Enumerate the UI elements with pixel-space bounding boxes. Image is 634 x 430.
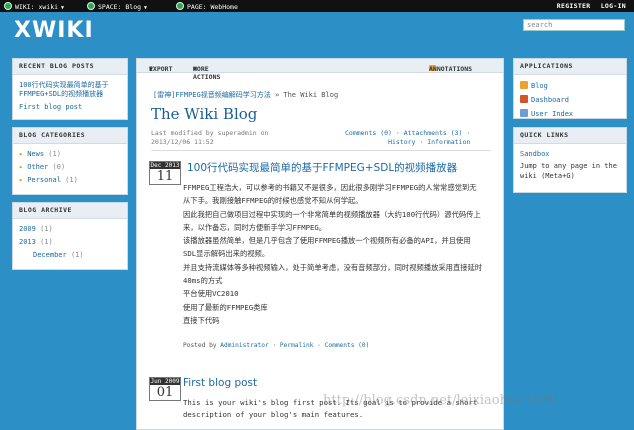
breadcrumb-link[interactable]: [雷神]FFMPEG视音频编解码学习方法 [153,91,271,99]
search-input[interactable]: search [523,19,625,31]
recent-posts-title: RECENT BLOG POSTS [13,59,127,75]
post-byline: Posted by Administrator · Permalink · Co… [183,342,370,349]
app-link-blog[interactable]: Blog [531,82,548,90]
page-title: The Wiki Blog [151,105,258,123]
divider [151,150,491,151]
dashboard-icon [520,95,528,103]
action-bar: EXPORT ▼ MORE ACTIONS ▼ ANNOTATIONS [137,59,503,81]
bullet-icon: ▸ [19,163,24,171]
post-body: FFMPEG工程浩大，可以参考的书籍又不是很多，因此很多刚学习FFMPEG的人常… [183,183,483,325]
author-link[interactable]: Administrator [220,342,268,349]
post-title-link[interactable]: 100行代码实现最简单的基于FFMPEG+SDL的视频播放器 [187,160,457,175]
app-link-user-index[interactable]: User Index [531,110,573,118]
category-link[interactable]: Other [27,163,48,171]
page-icon [176,2,184,10]
bullet-icon: ▸ [19,176,24,184]
chevron-down-icon: ▼ [193,65,197,73]
chevron-down-icon: ▼ [61,5,65,11]
permalink-link[interactable]: Permalink [280,342,314,349]
wiki-menu[interactable]: WIKI: xwiki ▼ [4,2,64,11]
post-date: Jun 2009 01 [149,377,181,401]
categories-title: BLOG CATEGORIES [13,128,127,144]
wiki-icon [4,2,12,10]
breadcrumb-current: The Wiki Blog [283,91,339,99]
quick-links-panel: QUICK LINKS Sandbox Jump to any page in … [513,127,627,193]
user-index-icon [520,109,528,117]
top-bar: WIKI: xwiki ▼ SPACE: Blog ▼ PAGE: WebHome … [0,0,634,12]
login-link[interactable]: LOG-IN [601,2,626,10]
page-meta: Last modified by superadmin on 2013/12/0… [151,129,269,146]
page-menu[interactable]: PAGE: WebHome [176,2,238,11]
attachments-link[interactable]: Attachments (3) [404,129,463,137]
breadcrumb: [雷神]FFMPEG视音频编解码学习方法 » The Wiki Blog [153,91,339,99]
bullet-icon: ▸ [19,150,24,158]
post-date: Dec 2013 11 [149,161,181,185]
quick-links-title: QUICK LINKS [514,128,626,144]
categories-panel: BLOG CATEGORIES ▸ News (1) ▸ Other (0) ▸ Pe… [12,127,128,195]
post-title-link[interactable]: First blog post [183,377,257,389]
space-menu[interactable]: SPACE: Blog ▼ [87,2,147,11]
category-link[interactable]: News [27,150,44,158]
main-content: EXPORT ▼ MORE ACTIONS ▼ ANNOTATIONS [雷神]… [136,58,557,430]
sandbox-link[interactable]: Sandbox [520,150,550,158]
archive-year-link[interactable]: 2009 [19,225,36,233]
post-comments-link[interactable]: Comments (0) [325,342,370,349]
chevron-down-icon: ▼ [149,65,153,73]
recent-post-link[interactable]: 100行代码实现最简单的基于FFMPEG+SDL的视频播放器 [19,81,109,98]
applications-title: APPLICATIONS [514,59,626,75]
blog-icon [520,81,528,89]
page-links: Comments (0) · Attachments (3) · History… [345,129,471,146]
archive-title: BLOG ARCHIVE [13,203,127,219]
category-link[interactable]: Personal [27,176,61,184]
app-link-dashboard[interactable]: Dashboard [531,96,569,104]
chevron-down-icon: ▼ [144,5,148,11]
archive-panel: BLOG ARCHIVE 2009 (1) 2013 (1) December … [12,202,128,270]
xwiki-logo[interactable]: XWIKI [14,18,94,43]
archive-month-link[interactable]: December [33,251,67,259]
comments-link[interactable]: Comments (0) [345,129,392,137]
space-icon [87,2,95,10]
applications-panel: APPLICATIONS Blog Dashboard User Index [513,58,627,119]
recent-post-link[interactable]: First blog post [19,103,82,111]
history-link[interactable]: History [388,138,415,146]
jump-hint[interactable]: Jump to any page in the wiki (Meta+G) [520,161,620,181]
watermark: http://blog.csdn.net/leixiaohua1020 [323,393,558,408]
register-link[interactable]: REGISTER [557,2,591,10]
recent-posts-panel: RECENT BLOG POSTS 100行代码实现最简单的基于FFMPEG+S… [12,58,128,120]
archive-year-link[interactable]: 2013 [19,238,36,246]
information-link[interactable]: Information [427,138,470,146]
auth-links: REGISTER LOG-IN [557,2,626,10]
